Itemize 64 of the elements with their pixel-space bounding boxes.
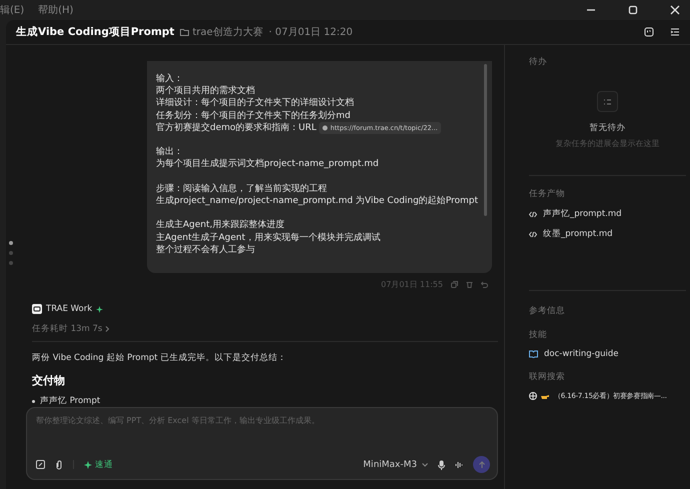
arrow-up-icon [478, 461, 484, 468]
close-icon[interactable] [670, 5, 680, 15]
message-line: 生成主Agent,用来跟踪整体进度 [156, 219, 286, 232]
agent-name: TRAE Work [46, 304, 92, 314]
empty-hint: 复杂任务的进展会显示在这里 [556, 138, 660, 149]
file-item[interactable]: 声声忆_prompt.md [529, 208, 686, 220]
message-line: 为每个项目生成提示词文档project-name_prompt.md [156, 158, 380, 171]
skill-item[interactable]: doc-writing-guide [529, 349, 686, 359]
voice-wave-icon[interactable] [455, 460, 463, 468]
folder-icon [180, 28, 190, 36]
list-item: 声声忆 Prompt [40, 395, 100, 407]
send-button[interactable] [473, 456, 490, 473]
message-line: 两个项目共用的需求文档 [156, 85, 256, 98]
subsection-title: 联网搜索 [529, 371, 566, 383]
empty-title: 暂无待办 [590, 122, 626, 134]
message-line: 官方初赛提交demo的要求和指南：URL [156, 122, 316, 134]
section-title: 参考信息 [529, 305, 566, 317]
page-dot[interactable] [9, 251, 13, 255]
bullet [32, 400, 35, 402]
maximize-icon[interactable] [628, 5, 638, 15]
message-line: 输入： [156, 73, 184, 86]
model-selector[interactable]: MiniMax-M3 [363, 460, 428, 470]
message-line: 主Agent生成子Agent，用来实现每一个模块并完成调试 [156, 232, 382, 244]
code-icon [529, 230, 537, 238]
message-time: 07月01日 11:55 [381, 279, 443, 290]
sparkle-icon [84, 460, 92, 468]
menu-item[interactable]: 辑(E) [0, 3, 24, 17]
section-heading: 交付物 [32, 373, 66, 388]
file-item[interactable]: 纹墨_prompt.md [529, 228, 686, 240]
app-logo-icon [32, 304, 42, 314]
task-duration: 任务耗时 13m 7s [32, 323, 102, 335]
folder-name: trae创造力大赛 [192, 26, 263, 39]
window-title: 生成Vibe Coding项目Prompt [16, 25, 174, 39]
page-dot[interactable] [9, 241, 13, 245]
panel-icon[interactable] [644, 27, 654, 37]
message-line: 步骤：阅读输入信息，了解当前实现的工程 [156, 182, 328, 195]
message-line: 整个过程不会有人工参与 [156, 244, 256, 256]
message-line: 输出： [156, 146, 184, 158]
copy-icon[interactable] [451, 281, 458, 288]
delete-icon[interactable] [466, 281, 473, 288]
message-line: 生成project_name/project-name_prompt.md 为Vibe Coding的起始Prompt [156, 195, 480, 208]
chevron-right-icon [105, 326, 110, 332]
code-icon [529, 210, 537, 218]
microphone-icon[interactable] [438, 460, 445, 470]
section-title: 任务产物 [529, 188, 566, 200]
sparkle-icon [96, 306, 104, 312]
undo-icon[interactable] [481, 281, 488, 288]
message-line: 任务划分：每个项目的子文件夹下的任务划分md [156, 110, 352, 122]
screenshot-icon[interactable] [36, 460, 45, 469]
menu-item[interactable]: 帮助(H) [38, 3, 74, 17]
sidebar-toggle-icon[interactable] [670, 27, 680, 37]
message-input[interactable]: 帮你整理论文综述、编写 PPT、分析 Excel 等日常工作，输出专业级工作成果。 速通 MiniMax-M3 [26, 407, 498, 480]
summary-text: 两份 Vibe Coding 起始 Prompt 已生成完毕。以下是交付总结： [32, 352, 288, 364]
message-line: 详细设计：每个项目的子文件夹下的详细设计文档 [156, 97, 355, 110]
subsection-title: 技能 [529, 329, 548, 341]
book-icon [529, 350, 538, 358]
chevron-down-icon [422, 462, 428, 466]
list-glyph-icon [604, 98, 611, 104]
task-date: · 07月01日 12:20 [268, 26, 353, 39]
section-title: 待办 [529, 56, 548, 68]
page-dot[interactable] [9, 261, 13, 265]
attach-icon[interactable] [55, 460, 63, 470]
mode-button[interactable]: 速通 [84, 458, 113, 470]
duration-bar[interactable]: 任务耗时 13m 7s [32, 323, 498, 342]
